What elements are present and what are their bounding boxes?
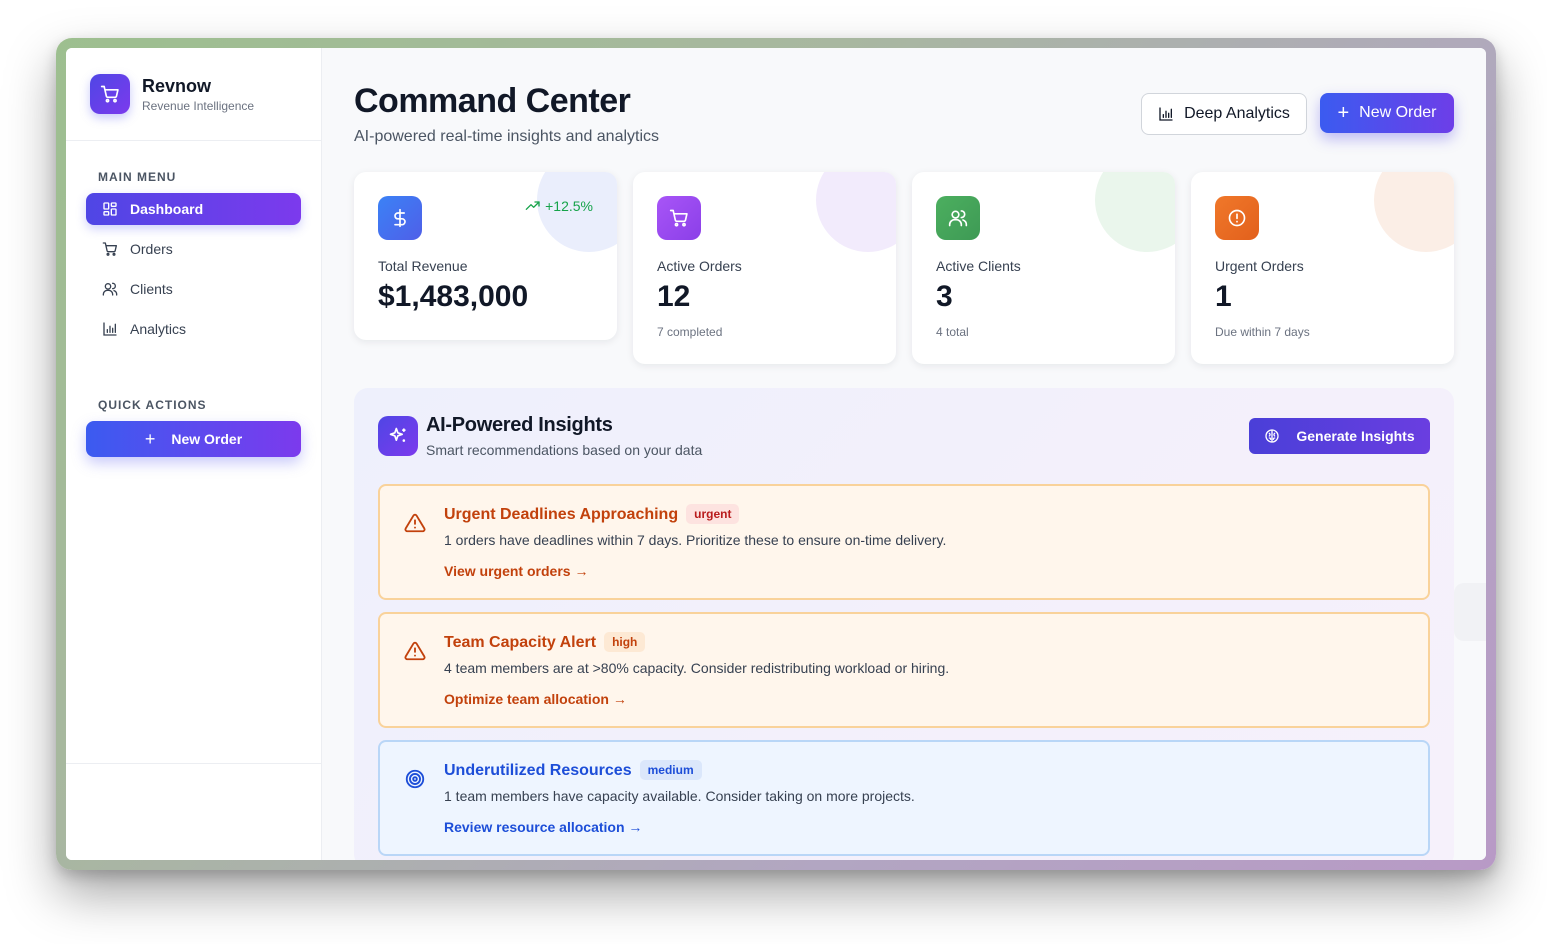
insight-title-text: Team Capacity Alert: [444, 634, 597, 651]
priority-badge: urgent: [686, 504, 740, 524]
trending-up-icon: [525, 198, 541, 214]
new-order-label: New Order: [1359, 104, 1437, 121]
insight-description: 1 team members have capacity available. …: [444, 788, 915, 804]
insight-title: Urgent Deadlines Approaching urgent: [444, 504, 740, 524]
alert-circle-icon: [1215, 196, 1259, 240]
stat-value: 3: [936, 280, 953, 313]
stat-card-urgent-orders[interactable]: Urgent Orders 1 Due within 7 days: [1191, 172, 1454, 364]
stat-subtext: 7 completed: [657, 325, 723, 339]
new-order-button[interactable]: + New Order: [1320, 93, 1454, 133]
trend-indicator: +12.5%: [525, 198, 593, 214]
sidebar-item-label: Clients: [130, 281, 173, 297]
dashboard-icon: [102, 201, 118, 217]
optimize-team-allocation-link[interactable]: Optimize team allocation →: [444, 691, 627, 707]
sidebar-item-label: Analytics: [130, 321, 187, 337]
stat-card-total-revenue[interactable]: +12.5% Total Revenue $1,483,000: [354, 172, 617, 340]
users-icon: [936, 196, 980, 240]
card-decoration: [1095, 172, 1175, 252]
quick-new-order-button[interactable]: + New Order: [86, 421, 301, 457]
quick-new-order-label: New Order: [171, 431, 243, 447]
brain-icon: [1264, 428, 1280, 444]
plus-icon: +: [144, 429, 156, 449]
view-urgent-orders-link[interactable]: View urgent orders →: [444, 563, 588, 579]
insight-title: Underutilized Resources medium: [444, 760, 702, 780]
app-window: Revnow Revenue Intelligence MAIN MENU Da…: [66, 48, 1486, 860]
trend-value: +12.5%: [545, 198, 593, 214]
sidebar-item-clients[interactable]: Clients: [86, 273, 301, 305]
sidebar-item-label: Orders: [130, 241, 173, 257]
card-decoration: [1374, 172, 1454, 252]
insight-card-urgent-deadlines: Urgent Deadlines Approaching urgent 1 ord…: [378, 484, 1430, 600]
sidebar-item-label: Dashboard: [130, 201, 204, 217]
priority-badge: medium: [639, 760, 702, 780]
sparkles-icon: [378, 416, 418, 456]
priority-badge: high: [604, 632, 646, 652]
sidebar-item-analytics[interactable]: Analytics: [86, 313, 301, 345]
stat-subtext: Due within 7 days: [1215, 325, 1310, 339]
insights-panel: AI-Powered Insights Smart recommendation…: [354, 388, 1454, 860]
brand-name: Revnow: [142, 76, 212, 96]
sidebar-divider: [66, 763, 322, 764]
dollar-icon: [378, 196, 422, 240]
deep-analytics-label: Deep Analytics: [1184, 105, 1290, 122]
sidebar-item-dashboard[interactable]: Dashboard: [86, 193, 301, 225]
sidebar-item-orders[interactable]: Orders: [86, 233, 301, 265]
card-decoration: [816, 172, 896, 252]
brand[interactable]: Revnow Revenue Intelligence: [90, 74, 254, 114]
insights-subtitle: Smart recommendations based on your data: [426, 442, 703, 458]
page-title: Command Center: [354, 82, 631, 120]
insight-description: 1 orders have deadlines within 7 days. P…: [444, 532, 947, 548]
brand-subtitle: Revenue Intelligence: [142, 99, 255, 113]
insight-card-underutilized: Underutilized Resources medium 1 team mem…: [378, 740, 1430, 856]
cart-icon: [102, 241, 118, 257]
stat-card-active-orders[interactable]: Active Orders 12 7 completed: [633, 172, 896, 364]
insights-title: AI-Powered Insights: [426, 414, 613, 436]
stat-label: Active Clients: [936, 258, 1021, 274]
stat-label: Urgent Orders: [1215, 258, 1304, 274]
bar-chart-icon: [1158, 106, 1174, 122]
app-window-frame: Revnow Revenue Intelligence MAIN MENU Da…: [56, 38, 1496, 870]
main-content: Command Center AI-powered real-time insi…: [322, 48, 1486, 860]
sidebar-divider: [66, 140, 322, 141]
bar-chart-icon: [102, 321, 118, 337]
generate-insights-button[interactable]: Generate Insights: [1249, 418, 1430, 454]
target-icon: [404, 768, 426, 790]
insight-title-text: Underutilized Resources: [444, 762, 632, 779]
stat-label: Total Revenue: [378, 258, 468, 274]
cart-icon: [90, 74, 130, 114]
insight-title: Team Capacity Alert high: [444, 632, 646, 652]
cart-icon: [657, 196, 701, 240]
plus-icon: +: [1337, 102, 1350, 124]
warning-triangle-icon: [404, 640, 426, 662]
stat-value: 12: [657, 280, 691, 313]
deep-analytics-button[interactable]: Deep Analytics: [1141, 93, 1307, 135]
page-subtitle: AI-powered real-time insights and analyt…: [354, 128, 660, 145]
main-menu-label: MAIN MENU: [98, 170, 177, 184]
insight-card-team-capacity: Team Capacity Alert high 4 team members a…: [378, 612, 1430, 728]
insight-description: 4 team members are at >80% capacity. Con…: [444, 660, 950, 676]
warning-triangle-icon: [404, 512, 426, 534]
stat-value: 1: [1215, 280, 1232, 313]
panel-scroll-handle[interactable]: [1454, 583, 1486, 641]
stat-card-active-clients[interactable]: Active Clients 3 4 total: [912, 172, 1175, 364]
quick-actions-label: QUICK ACTIONS: [98, 398, 207, 412]
users-icon: [102, 281, 118, 297]
sidebar: Revnow Revenue Intelligence MAIN MENU Da…: [66, 48, 322, 860]
insight-title-text: Urgent Deadlines Approaching: [444, 506, 679, 523]
stat-value: $1,483,000: [378, 280, 529, 313]
stat-label: Active Orders: [657, 258, 742, 274]
review-resource-allocation-link[interactable]: Review resource allocation →: [444, 819, 642, 835]
stat-subtext: 4 total: [936, 325, 969, 339]
generate-insights-label: Generate Insights: [1296, 428, 1415, 444]
